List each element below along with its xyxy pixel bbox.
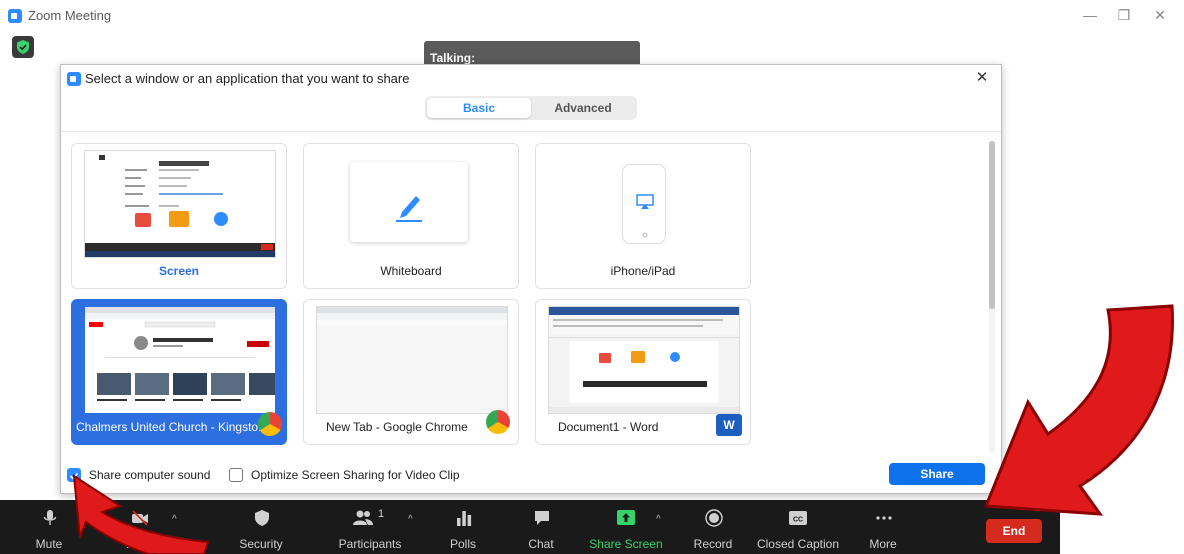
encryption-shield-icon[interactable] [12,36,34,58]
share-tile-screen[interactable]: Screen [71,143,287,289]
new-tab-thumbnail [316,306,508,414]
chat-label: Chat [528,537,554,551]
tile-label-whiteboard: Whiteboard [380,264,442,278]
participants-button[interactable]: 1 Participants [320,500,420,554]
polls-icon [457,511,472,526]
screen-thumbnail [84,150,276,258]
record-label: Record [693,537,733,551]
share-tile-whiteboard[interactable]: Whiteboard [303,143,519,289]
maximize-button[interactable]: ❐ [1104,4,1144,26]
polls-button[interactable]: Polls [420,500,506,554]
share-screen-icon [617,510,635,525]
tile-label-screen: Screen [158,264,200,278]
more-label: More [869,537,897,551]
pen-icon [396,196,422,222]
participants-count: 1 [378,508,385,520]
window-title: Zoom Meeting [28,8,112,23]
closed-caption-button[interactable]: CC Closed Caption [752,500,844,554]
red-arrow-annotation-icon [983,304,1174,516]
share-screen-button[interactable]: Share Screen [584,500,668,554]
share-mode-tabs: Basic Advanced [425,96,637,120]
tile-label-chalmers: Chalmers United Church - Kingsto... [76,420,269,434]
polls-label: Polls [449,537,476,551]
scroll-thumb[interactable] [989,141,995,309]
participants-label: Participants [338,537,402,551]
close-window-button[interactable]: ✕ [1140,4,1180,26]
close-dialog-button[interactable]: ✕ [971,67,993,89]
optimize-video-label: Optimize Screen Sharing for Video Clip [251,468,460,482]
title-bar: Zoom Meeting — ❐ ✕ [0,0,1184,32]
record-button[interactable]: Record [670,500,756,554]
chat-icon [535,511,549,525]
participants-options-caret[interactable]: ^ [408,514,413,525]
more-dots-icon [876,516,892,520]
share-tile-chalmers-chrome[interactable]: Chalmers United Church - Kingsto... [71,299,287,445]
airplay-icon [636,194,654,238]
chrome-icon [486,410,510,434]
more-button[interactable]: More [840,500,926,554]
dialog-title: Select a window or an application that y… [85,71,410,86]
optimize-video-checkbox[interactable] [229,468,243,482]
chat-button[interactable]: Chat [498,500,584,554]
closed-caption-icon: CC [789,511,807,525]
chrome-icon [258,412,282,436]
youtube-thumbnail [84,306,276,414]
phone-outline-icon [622,164,666,244]
svg-text:CC: CC [793,517,803,524]
share-tile-new-tab-chrome[interactable]: New Tab - Google Chrome [303,299,519,445]
tab-advanced[interactable]: Advanced [531,98,635,118]
word-thumbnail [548,306,740,414]
zoom-window: Zoom Meeting — ❐ ✕ Talking: Select a win… [0,0,1184,554]
share-options-caret[interactable]: ^ [656,514,661,525]
share-dialog: Select a window or an application that y… [60,64,1002,494]
whiteboard-card [350,162,468,242]
zoom-app-icon [8,9,22,23]
zoom-dialog-icon [67,72,81,86]
talking-label: Talking: [430,51,476,65]
closed-caption-label: Closed Caption [756,537,840,551]
red-arrow-annotation-icon [72,474,210,554]
security-shield-icon [255,510,269,526]
participants-icon [353,510,373,525]
record-icon [705,509,723,527]
security-label: Security [239,537,283,551]
tile-label-iphone-ipad: iPhone/iPad [610,264,676,278]
share-tile-iphone-ipad[interactable]: iPhone/iPad [535,143,751,289]
microphone-icon [43,510,57,525]
share-tile-word-document[interactable]: Document1 - Word W [535,299,751,445]
header-divider [61,131,1001,132]
tab-basic[interactable]: Basic [427,98,531,118]
word-icon: W [716,414,742,436]
share-screen-label: Share Screen [589,537,663,551]
security-button[interactable]: Security [218,500,304,554]
